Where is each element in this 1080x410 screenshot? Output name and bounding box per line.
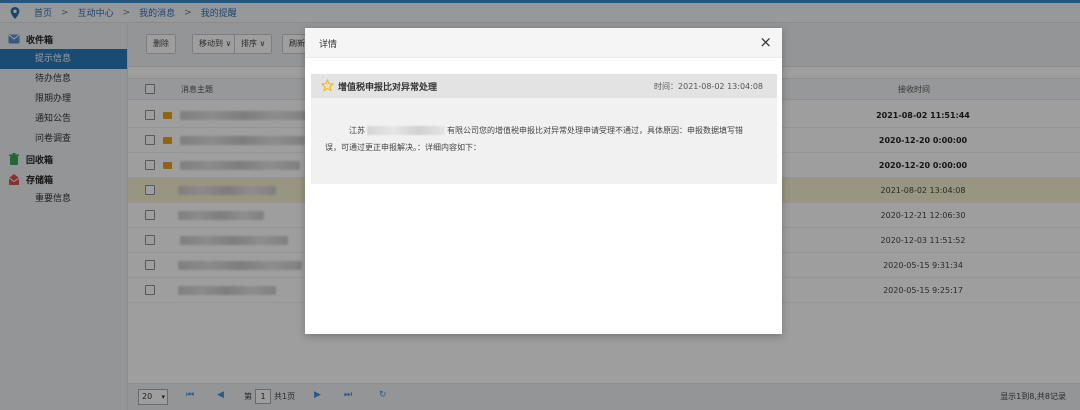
detail-modal: 详情 × 增值税申报比对异常处理 时间：2021-08-02 13:04:08 … — [305, 28, 782, 334]
message-body: 江苏 有限公司您的增值税申报比对异常处理申请受理不通过，具体原因：申报数据填写错误… — [325, 122, 743, 156]
close-icon[interactable]: × — [759, 34, 772, 50]
modal-title: 详情 — [319, 40, 338, 50]
message-card: 增值税申报比对异常处理 时间：2021-08-02 13:04:08 江苏 有限公… — [311, 74, 777, 184]
modal-header: 详情 × — [305, 28, 782, 58]
star-icon[interactable] — [321, 79, 334, 92]
message-header: 增值税申报比对异常处理 时间：2021-08-02 13:04:08 — [311, 74, 777, 98]
message-time: 时间：2021-08-02 13:04:08 — [654, 82, 763, 91]
message-subject: 增值税申报比对异常处理 — [338, 83, 438, 93]
message-body-prefix: 江苏 — [349, 126, 365, 135]
redacted-company-name — [367, 126, 445, 135]
